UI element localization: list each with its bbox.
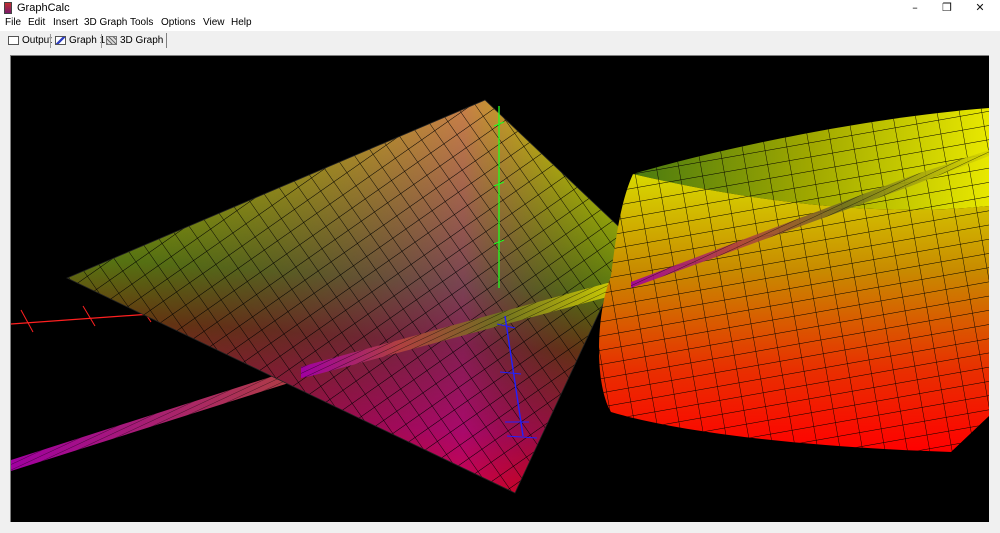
tab-3d-graph-label: 3D Graph — [120, 35, 164, 46]
output-icon — [8, 36, 19, 45]
graph-3d-viewport[interactable] — [10, 55, 989, 522]
window-title: GraphCalc — [17, 2, 70, 14]
title-bar: GraphCalc – ❐ ✕ — [0, 0, 1000, 16]
app-icon — [4, 2, 12, 14]
menu-bar: File Edit Insert 3D Graph Tools Options … — [0, 16, 1000, 31]
graph-3d-canvas[interactable] — [10, 56, 989, 522]
tab-output-label: Output — [22, 35, 53, 46]
tab-output[interactable]: Output — [8, 33, 52, 48]
minimize-icon[interactable]: – — [900, 0, 930, 16]
cylinder-surface — [599, 108, 989, 452]
menu-options[interactable]: Options — [161, 17, 195, 28]
graph-2d-icon — [55, 36, 66, 45]
plane-surface — [66, 99, 634, 494]
tab-graph-1[interactable]: Graph 1 — [55, 33, 105, 48]
graph-3d-icon — [106, 36, 117, 45]
restore-icon[interactable]: ❐ — [932, 0, 962, 16]
tab-divider — [101, 34, 102, 48]
close-icon[interactable]: ✕ — [965, 0, 995, 16]
menu-edit[interactable]: Edit — [28, 17, 45, 28]
menu-3d-graph[interactable]: 3D Graph — [84, 17, 127, 28]
menu-insert[interactable]: Insert — [53, 17, 78, 28]
menu-file[interactable]: File — [5, 17, 21, 28]
tab-3d-graph[interactable]: 3D Graph — [106, 33, 168, 48]
menu-view[interactable]: View — [203, 17, 225, 28]
tab-divider — [50, 34, 51, 48]
tab-graph-1-label: Graph 1 — [69, 35, 106, 46]
tab-bar: Output Graph 1 3D Graph — [0, 31, 1000, 50]
menu-help[interactable]: Help — [231, 17, 252, 28]
menu-tools[interactable]: Tools — [130, 17, 153, 28]
